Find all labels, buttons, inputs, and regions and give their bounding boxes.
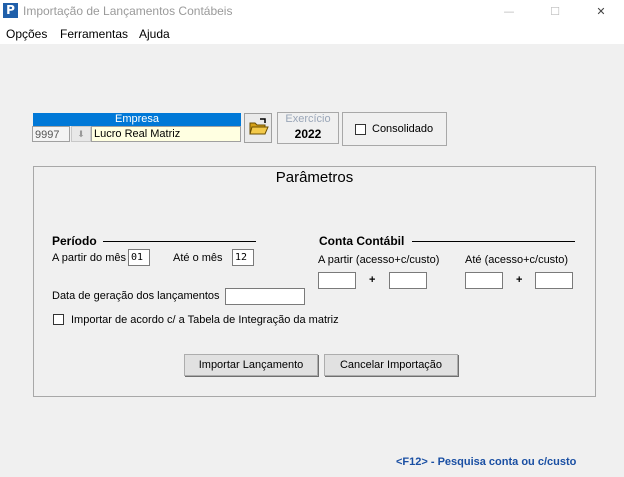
exercicio-value[interactable]: 2022 [277,127,339,141]
conta-to-ccusto-input[interactable] [535,272,573,289]
cancelar-importacao-button[interactable]: Cancelar Importação [324,354,458,376]
empresa-header: Empresa [33,113,241,126]
open-folder-icon [249,118,269,135]
consolidado-checkbox[interactable] [355,124,366,135]
conta-contabil-divider [412,241,575,242]
conta-from-label: A partir (acesso+c/custo) [318,254,440,266]
parametros-title: Parâmetros [275,169,354,186]
menu-ferramentas[interactable]: Ferramentas [60,27,128,41]
menu-opcoes[interactable]: Opções [6,27,47,41]
importar-tabela-label[interactable]: Importar de acordo c/ a Tabela de Integr… [71,314,339,326]
empresa-name-field[interactable]: Lucro Real Matriz [91,126,241,142]
conta-from-ccusto-input[interactable] [389,272,427,289]
data-geracao-input[interactable] [225,288,305,305]
periodo-from-label: A partir do mês [52,252,126,264]
conta-from-acesso-input[interactable] [318,272,356,289]
consolidado-label[interactable]: Consolidado [372,123,433,135]
menu-ajuda[interactable]: Ajuda [139,27,170,41]
conta-from-plus: + [369,274,376,286]
empresa-code-field[interactable]: 9997 [32,126,70,142]
periodo-from-input[interactable]: 01 [128,249,150,266]
f12-hint: <F12> - Pesquisa conta ou c/custo [396,456,577,468]
close-button[interactable]: ✕ [578,0,624,24]
open-folder-button[interactable] [244,113,272,143]
conta-to-acesso-input[interactable] [465,272,503,289]
app-icon: P [3,3,18,18]
importar-tabela-checkbox[interactable] [53,314,64,325]
empresa-dropdown-arrow-icon[interactable]: ⬇ [71,126,91,142]
periodo-to-input[interactable]: 12 [232,249,254,266]
conta-contabil-title: Conta Contábil [319,234,405,248]
importar-lancamento-button[interactable]: Importar Lançamento [184,354,318,376]
minimize-button[interactable]: — [486,0,532,24]
periodo-to-label: Até o mês [173,252,223,264]
periodo-divider [103,241,256,242]
conta-to-plus: + [516,274,523,286]
maximize-button[interactable]: ☐ [532,0,578,24]
exercicio-label: Exercício [285,113,331,125]
periodo-title: Período [52,234,97,248]
conta-to-label: Até (acesso+c/custo) [465,254,569,266]
data-geracao-label: Data de geração dos lançamentos [52,290,220,302]
window-title: Importação de Lançamentos Contábeis [23,4,233,18]
